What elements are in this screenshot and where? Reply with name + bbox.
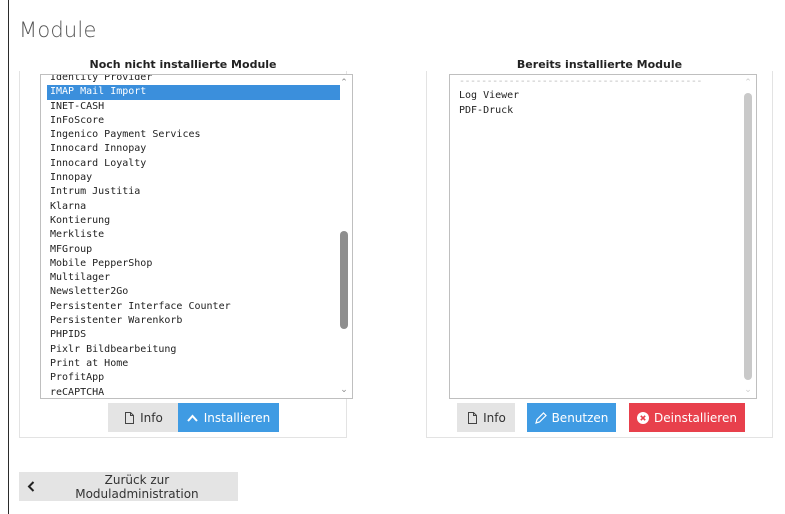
available-modules-list: Identity Provider IMAP Mail Import INET-CA… — [47, 75, 340, 398]
use-button-label: Benutzen — [551, 410, 609, 425]
available-modules-heading: Noch nicht installierte Module — [89, 58, 277, 71]
scroll-thumb[interactable] — [744, 93, 752, 380]
install-button[interactable]: Installieren — [178, 403, 279, 432]
page-title: Module — [19, 18, 97, 42]
module-list-item[interactable]: PHPIDS — [47, 328, 334, 342]
chevron-up-icon — [187, 412, 199, 424]
back-button-label: Zurück zur Moduladministration — [75, 472, 199, 501]
pencil-icon — [534, 411, 547, 424]
install-button-label: Installieren — [203, 410, 271, 425]
module-list-item[interactable]: reCAPTCHA — [47, 386, 334, 398]
module-list-item[interactable]: IMAP Mail Import — [47, 85, 340, 100]
installed-modules-scrollbar[interactable]: ⌃ ⌄ — [741, 77, 755, 396]
file-icon — [123, 411, 135, 424]
scroll-up-arrow-icon[interactable]: ⌃ — [337, 77, 351, 89]
times-circle-icon — [637, 411, 650, 424]
list-separator: ----------------------------------------… — [459, 76, 702, 87]
info-button-available[interactable]: Info — [108, 403, 178, 432]
module-list-item[interactable]: ProfitApp — [47, 371, 334, 385]
available-modules-box: Identity Provider IMAP Mail Import INET-CA… — [19, 71, 353, 438]
installed-modules-box: ----------------------------------------… — [426, 71, 773, 438]
module-list-item[interactable]: Print at Home — [47, 357, 334, 371]
info-button-installed[interactable]: Info — [457, 403, 515, 432]
module-list-item[interactable]: Innocard Loyalty — [47, 157, 334, 171]
module-list-item[interactable]: Persistenter Interface Counter — [47, 300, 334, 314]
scroll-up-arrow-icon[interactable]: ⌃ — [741, 77, 755, 89]
use-button[interactable]: Benutzen — [527, 403, 616, 432]
module-list-item[interactable]: Merkliste — [47, 228, 334, 242]
module-list-item[interactable]: INET-CASH — [47, 100, 334, 114]
info-button-label: Info — [483, 410, 506, 425]
module-list-item[interactable]: Identity Provider — [47, 75, 334, 85]
scroll-down-arrow-icon[interactable]: ⌄ — [741, 384, 755, 396]
scroll-thumb[interactable] — [340, 231, 348, 329]
installed-modules-heading: Bereits installierte Module — [516, 58, 683, 71]
installed-modules-listbox[interactable]: ----------------------------------------… — [449, 74, 757, 399]
module-list-item[interactable]: MFGroup — [47, 243, 334, 257]
module-list-item[interactable]: Pixlr Bildbearbeitung — [47, 343, 334, 357]
window-edge-line — [8, 0, 9, 514]
module-list-item[interactable]: Multilager — [47, 271, 334, 285]
scroll-down-arrow-icon[interactable]: ⌄ — [337, 384, 351, 396]
available-modules-scrollbar[interactable]: ⌃ ⌄ — [337, 77, 351, 396]
module-list-item[interactable]: Persistenter Warenkorb — [47, 314, 334, 328]
module-list-item[interactable]: Ingenico Payment Services — [47, 128, 334, 142]
chevron-left-icon — [25, 481, 37, 493]
file-icon — [466, 411, 478, 424]
uninstall-button[interactable]: Deinstallieren — [629, 403, 745, 432]
installed-module-list-item[interactable]: PDF-Druck — [456, 104, 738, 118]
module-list-item[interactable]: Intrum Justitia — [47, 185, 334, 199]
module-list-item[interactable]: Kontierung — [47, 214, 334, 228]
module-list-item[interactable]: Klarna — [47, 200, 334, 214]
installed-modules-list: ----------------------------------------… — [456, 75, 738, 118]
uninstall-button-label: Deinstallieren — [654, 410, 737, 425]
module-list-item[interactable]: Innocard Innopay — [47, 142, 334, 156]
available-modules-panel: Noch nicht installierte Module Identity … — [19, 55, 353, 438]
module-list-item[interactable]: Mobile PepperShop — [47, 257, 334, 271]
installed-module-list-item[interactable]: Log Viewer — [456, 89, 738, 103]
back-to-module-admin-button[interactable]: Zurück zur Moduladministration — [19, 472, 238, 501]
available-modules-listbox[interactable]: Identity Provider IMAP Mail Import INET-CA… — [40, 74, 353, 399]
module-list-item[interactable]: Newsletter2Go — [47, 285, 334, 299]
installed-modules-panel: Bereits installierte Module ------------… — [426, 55, 773, 438]
module-list-item[interactable]: Innopay — [47, 171, 334, 185]
info-button-label: Info — [140, 410, 163, 425]
module-list-item[interactable]: InFoScore — [47, 114, 334, 128]
